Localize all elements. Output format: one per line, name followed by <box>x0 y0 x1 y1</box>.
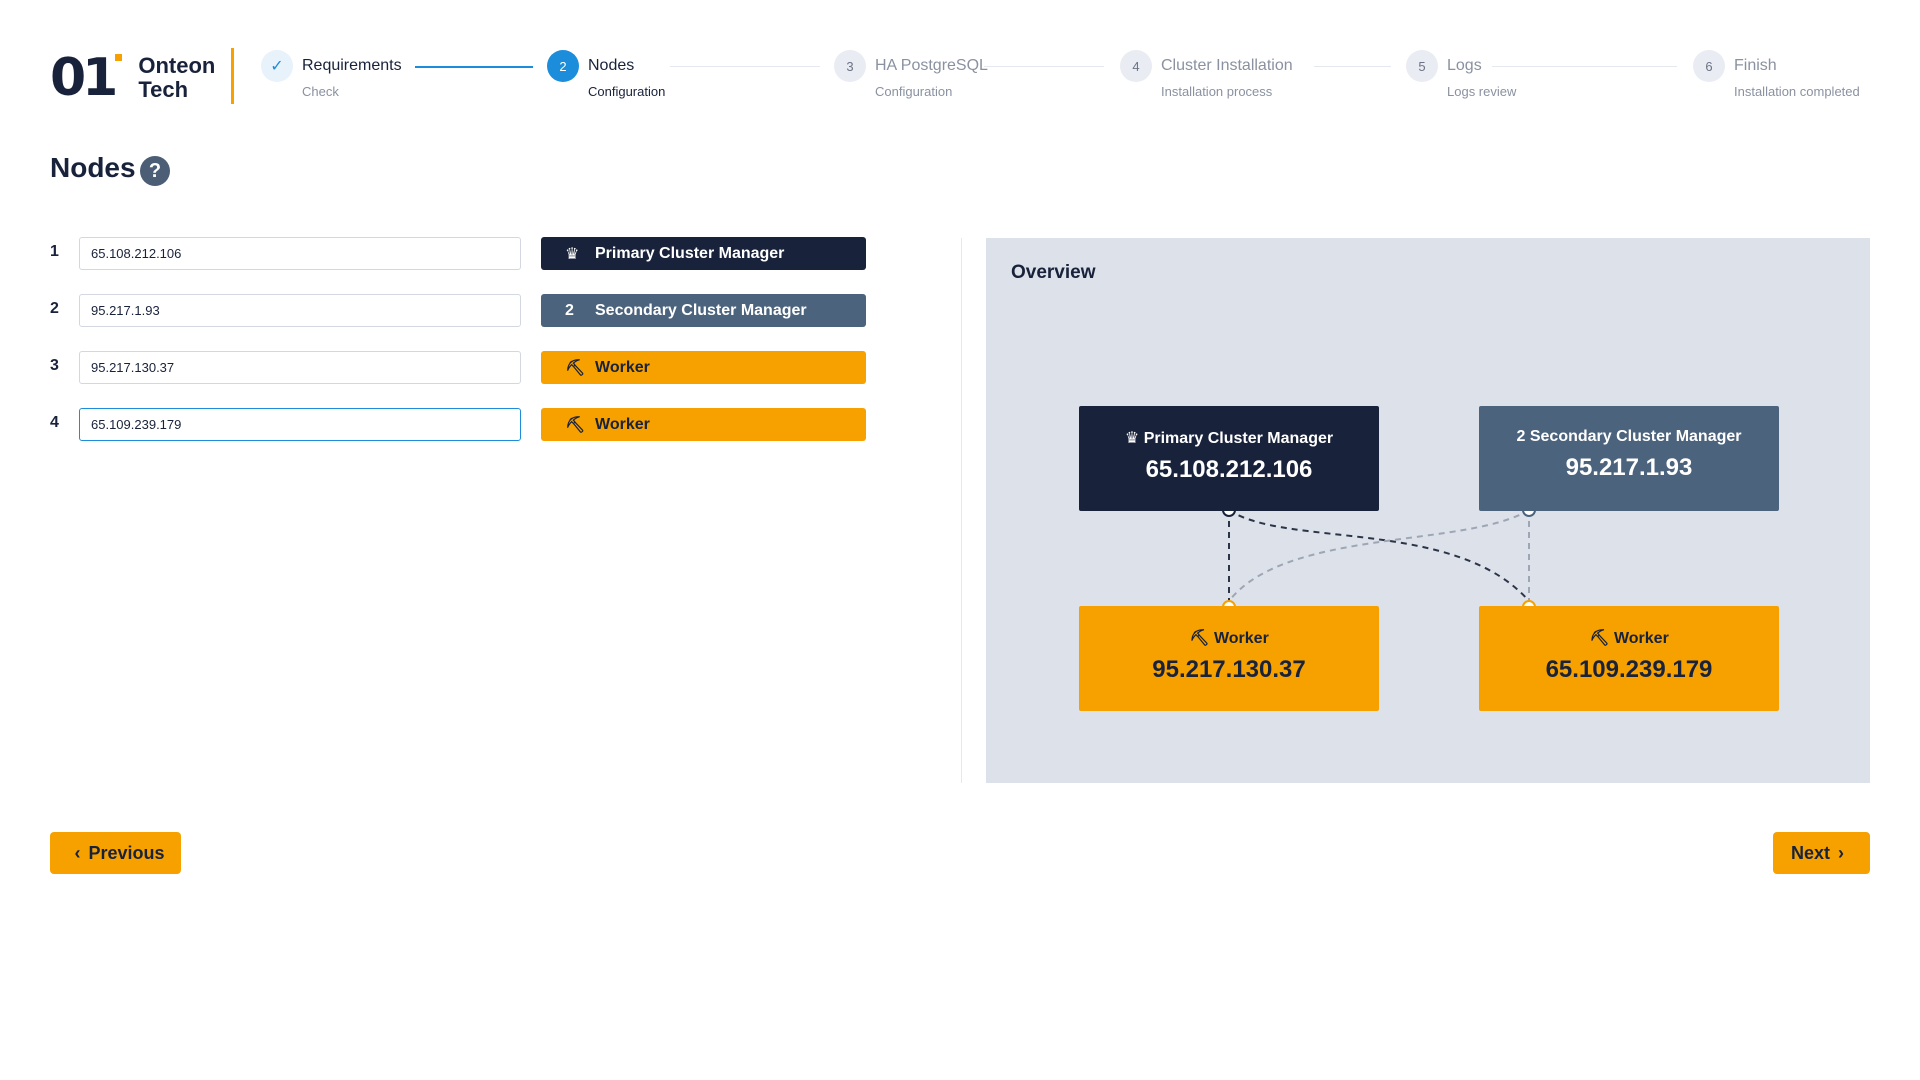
node-row: 1 ♛ Primary Cluster Manager <box>50 237 870 271</box>
overview-card-worker: ⛏ Worker 65.109.239.179 <box>1479 606 1779 711</box>
role-selector-primary[interactable]: ♛ Primary Cluster Manager <box>541 237 866 270</box>
node-number: 3 <box>50 357 59 374</box>
node-number: 1 <box>50 243 59 260</box>
worker-icon: ⛏ <box>565 416 586 434</box>
step-title: Cluster Installation <box>1161 57 1293 74</box>
card-role-label: Worker <box>1613 630 1669 647</box>
step-number: 2 <box>547 50 579 82</box>
chevron-left-icon: ‹ <box>74 842 81 863</box>
step-number: 6 <box>1693 50 1725 82</box>
step-subtitle: Installation completed <box>1734 84 1860 99</box>
logo-divider <box>231 48 234 104</box>
step-subtitle: Check <box>302 84 339 99</box>
step-subtitle: Configuration <box>875 84 953 99</box>
step-connector <box>415 66 533 68</box>
crown-icon: ♛ <box>565 245 580 263</box>
step-connector <box>1314 66 1391 67</box>
worker-icon: ⛏ <box>565 359 586 377</box>
next-label: Next <box>1790 842 1830 863</box>
node-ip-input[interactable] <box>79 237 521 270</box>
step-connector <box>1492 66 1677 67</box>
card-ip: 95.217.130.37 <box>1152 656 1306 683</box>
card-ip: 65.109.239.179 <box>1545 656 1713 683</box>
step-title: Finish <box>1734 57 1777 74</box>
step-subtitle: Installation process <box>1161 84 1273 99</box>
connection-line <box>1228 509 1530 602</box>
role-label: Primary Cluster Manager <box>595 244 785 262</box>
node-ip-input[interactable] <box>79 351 521 384</box>
overview-card-worker: ⛏ Worker 95.217.130.37 <box>1079 606 1379 711</box>
card-role-label: Secondary Cluster Manager <box>1529 428 1742 445</box>
card-ip: 95.217.1.93 <box>1565 454 1693 481</box>
node-number: 4 <box>50 414 59 431</box>
page-title: Nodes <box>50 152 136 183</box>
crown-icon: ♛ <box>1124 430 1144 447</box>
role-selector-worker[interactable]: ⛏ Worker <box>541 351 866 384</box>
chevron-right-icon: › <box>1838 842 1844 863</box>
connection-line <box>1228 509 1530 602</box>
step-title: Nodes <box>588 57 635 74</box>
step-number: 4 <box>1120 50 1152 82</box>
logo-text: Onteon Tech <box>138 53 216 102</box>
step-number: 3 <box>834 50 866 82</box>
column-divider <box>961 238 962 783</box>
step-title: Requirements <box>302 57 402 74</box>
node-ip-input[interactable] <box>79 408 521 441</box>
step-title: Logs <box>1447 57 1482 74</box>
node-ip-input[interactable] <box>79 294 521 327</box>
role-selector-worker[interactable]: ⛏ Worker <box>541 408 866 441</box>
role-selector-secondary[interactable]: 2 Secondary Cluster Manager <box>541 294 866 327</box>
previous-button[interactable]: ‹ Previous <box>50 832 181 874</box>
step-subtitle: Configuration <box>588 84 666 99</box>
brand-logo: 01 Onteon Tech <box>50 52 215 104</box>
previous-label: Previous <box>88 842 165 863</box>
role-label: Secondary Cluster Manager <box>595 301 807 319</box>
node-row: 3 ⛏ Worker <box>50 351 870 385</box>
step-subtitle: Logs review <box>1447 84 1517 99</box>
worker-icon: ⛏ <box>1189 630 1214 647</box>
overview-panel: Overview ♛ Primary Cluster Manager 65.10… <box>986 238 1870 783</box>
number-2-icon: 2 <box>1516 428 1530 445</box>
step-number: 5 <box>1406 50 1438 82</box>
card-role-label: Worker <box>1213 630 1269 647</box>
overview-card-primary: ♛ Primary Cluster Manager 65.108.212.106 <box>1079 406 1379 511</box>
overview-card-secondary: 2 Secondary Cluster Manager 95.217.1.93 <box>1479 406 1779 511</box>
wizard-header: 01 Onteon Tech ✓ Requirements Check 2 No… <box>50 42 1870 112</box>
node-number: 2 <box>50 300 59 317</box>
card-ip: 65.108.212.106 <box>1145 456 1313 483</box>
role-label: Worker <box>595 415 650 433</box>
help-icon[interactable]: ? <box>140 156 170 186</box>
card-role-label: Primary Cluster Manager <box>1143 430 1334 447</box>
step-connector <box>670 66 820 67</box>
next-button[interactable]: Next › <box>1773 832 1870 874</box>
node-row: 2 2 Secondary Cluster Manager <box>50 294 870 328</box>
check-icon: ✓ <box>261 50 293 82</box>
logo-mark: 01 <box>50 52 123 104</box>
step-connector <box>984 66 1104 67</box>
node-row: 4 ⛏ Worker <box>50 408 870 442</box>
worker-icon: ⛏ <box>1589 630 1614 647</box>
role-label: Worker <box>595 358 650 376</box>
number-2-icon: 2 <box>565 301 574 319</box>
step-title: HA PostgreSQL <box>875 57 988 74</box>
